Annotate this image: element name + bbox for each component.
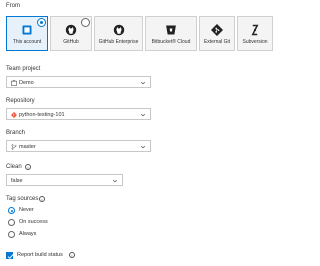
radio-icon [81, 18, 90, 27]
project-icon [11, 80, 17, 86]
subversion-icon [251, 24, 259, 36]
info-icon[interactable]: i [25, 164, 31, 170]
team-project-label: Team project [6, 66, 41, 72]
source-label: Bitbucket® Cloud [151, 39, 191, 45]
checkbox-checked-icon [6, 252, 14, 259]
repository-select[interactable]: python-testing-101 [6, 108, 151, 120]
github-icon [65, 24, 77, 36]
radio-label: Never [19, 207, 34, 213]
source-label: Subversion [242, 39, 268, 45]
report-build-status-label: Report build status [17, 252, 63, 258]
chevron-down-icon [140, 113, 146, 117]
radio-checked-icon [8, 207, 15, 214]
repository-label: Repository [6, 98, 35, 104]
azure-repos-icon [22, 25, 32, 35]
radio-label: On success [19, 219, 48, 225]
github-icon [113, 24, 124, 36]
source-tile-bitbucket[interactable]: Bitbucket® Cloud [145, 16, 197, 51]
radio-label: Always [19, 231, 37, 237]
branch-icon [11, 144, 17, 150]
source-tile-subversion[interactable]: Subversion [237, 16, 273, 51]
team-project-select[interactable]: Demo [6, 76, 151, 88]
team-project-value: Demo [19, 80, 34, 86]
chevron-down-icon [112, 179, 118, 183]
source-label: GitHub [63, 39, 79, 45]
bitbucket-icon [166, 25, 176, 35]
git-repo-icon [11, 112, 17, 118]
source-label: External Git [203, 39, 231, 45]
tag-sources-label: Tag sources [6, 196, 39, 202]
branch-value: master [19, 144, 36, 150]
radio-icon [8, 219, 15, 226]
source-tile-github[interactable]: GitHub [50, 16, 92, 51]
clean-select[interactable]: false [6, 174, 123, 186]
info-icon[interactable]: i [39, 196, 45, 202]
clean-label: Clean [6, 164, 22, 170]
source-label: This account [12, 39, 42, 45]
source-tile-this-account[interactable]: This account [6, 16, 48, 51]
repository-value: python-testing-101 [19, 112, 65, 118]
git-icon [211, 24, 223, 36]
info-icon[interactable]: i [69, 252, 75, 258]
from-label: From [6, 3, 20, 9]
source-tile-external-git[interactable]: External Git [199, 16, 235, 51]
radio-icon [8, 231, 15, 238]
branch-select[interactable]: master [6, 140, 151, 152]
clean-value: false [11, 178, 23, 184]
source-tiles: This account GitHub GitHub Enterprise Bi… [6, 16, 273, 51]
chevron-down-icon [140, 145, 146, 149]
chevron-down-icon [140, 81, 146, 85]
branch-label: Branch [6, 130, 26, 136]
source-label: GitHub Enterprise [98, 39, 139, 45]
selected-radio-icon [37, 18, 46, 27]
source-tile-github-enterprise[interactable]: GitHub Enterprise [94, 16, 143, 51]
